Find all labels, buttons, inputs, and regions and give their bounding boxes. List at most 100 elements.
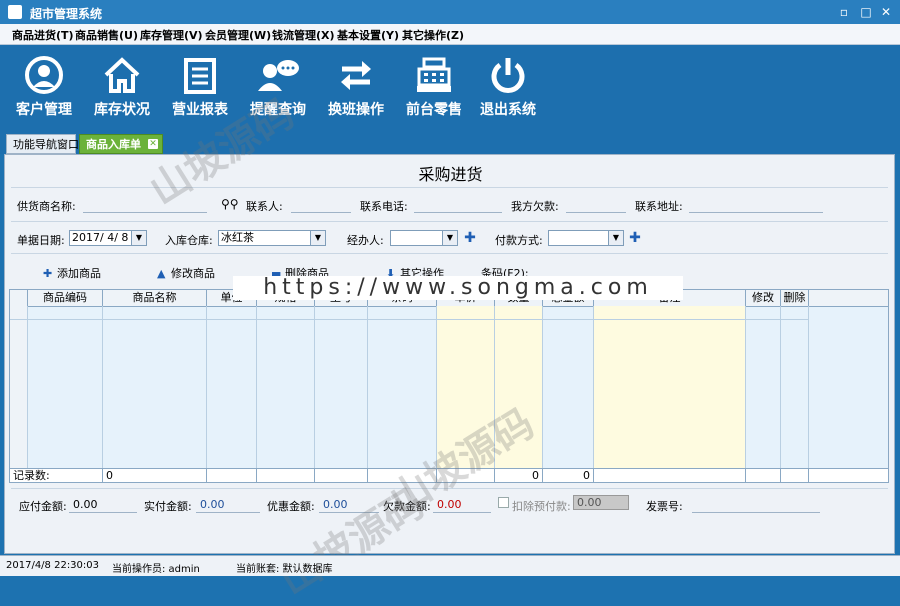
status-account: 当前账套: 默认数据库 [236, 564, 333, 575]
watermark-url: https://www.songma.com [233, 276, 683, 300]
footer-cell [594, 469, 746, 482]
amount-total: 0 [543, 469, 594, 482]
toolbar-label: 库存状况 [94, 102, 150, 118]
divider [11, 221, 888, 222]
record-count-value: 0 [103, 469, 207, 482]
column-header[interactable]: 删除 [781, 290, 809, 306]
grid-column-editable[interactable] [594, 306, 746, 468]
toolbar-label: 前台零售 [406, 102, 462, 118]
swap-icon [341, 61, 371, 90]
toolbar-label: 客户管理 [16, 102, 72, 118]
binoculars-icon[interactable]: ⚲⚲ [221, 197, 239, 211]
menu-inventory[interactable]: 库存管理(V) [140, 27, 203, 43]
chevron-down-icon[interactable]: ▼ [310, 231, 325, 245]
app-icon [8, 5, 22, 19]
add-payment-icon[interactable]: ✚ [629, 231, 641, 245]
supplier-label: 供货商名称: [17, 200, 76, 213]
status-datetime: 2017/4/8 22:30:03 [6, 560, 100, 571]
grid-column[interactable] [781, 306, 809, 468]
home-icon [104, 57, 140, 93]
grid-column[interactable] [28, 306, 103, 468]
payment-label: 付款方式: [495, 234, 543, 247]
date-picker[interactable]: 2017/ 4/ 8 ▼ [69, 230, 147, 246]
grid-column[interactable] [746, 306, 781, 468]
deduct-checkbox[interactable] [498, 497, 509, 508]
warehouse-value: 冰红茶 [221, 231, 254, 244]
menu-other[interactable]: 其它操作(Z) [402, 27, 464, 43]
date-label: 单据日期: [17, 234, 65, 247]
footer-cell [781, 469, 809, 482]
menu-purchase[interactable]: 商品进货(T) [12, 27, 74, 43]
column-header[interactable]: 修改 [746, 290, 781, 306]
warehouse-label: 入库仓库: [165, 234, 213, 247]
discount-label: 优惠金额: [267, 500, 315, 513]
toolbar-retail-button[interactable]: 前台零售 [394, 55, 474, 127]
menu-settings[interactable]: 基本设置(Y) [337, 27, 399, 43]
deduct-label: 扣除预付款: [512, 500, 571, 513]
grid-column[interactable] [257, 306, 315, 468]
grid-column[interactable] [207, 306, 257, 468]
cash-register-icon [417, 57, 451, 92]
grid-column[interactable] [543, 306, 594, 468]
toolbar-shift-button[interactable]: 换班操作 [316, 55, 396, 127]
invoice-label: 发票号: [646, 500, 683, 513]
toolbar-customer-button[interactable]: 客户管理 [4, 55, 84, 127]
divider [11, 187, 888, 188]
contact-input[interactable] [291, 198, 351, 213]
column-header[interactable]: 商品编码 [28, 290, 103, 306]
maximize-button[interactable]: □ [858, 4, 874, 20]
toolbar-exit-button[interactable]: 退出系统 [468, 55, 548, 127]
address-input[interactable] [689, 198, 823, 213]
plus-icon: ✚ [43, 267, 53, 280]
tab-stock-in[interactable]: 商品入库单 ✕ [79, 134, 163, 154]
payable-label: 应付金额: [19, 500, 67, 513]
status-operator: 当前操作员: admin [112, 564, 200, 575]
handler-select[interactable]: ▼ [390, 230, 458, 246]
payable-input[interactable]: 0.00 [69, 498, 137, 513]
grid-column[interactable] [315, 306, 368, 468]
title-bar: 超市管理系统 ▫ □ ✕ [0, 0, 900, 24]
address-label: 联系地址: [635, 200, 683, 213]
payment-select[interactable]: ▼ [548, 230, 624, 246]
chevron-down-icon[interactable]: ▼ [442, 231, 457, 245]
tab-label: 商品入库单 [86, 138, 141, 151]
divider [11, 253, 888, 254]
window-title: 超市管理系统 [30, 7, 103, 21]
footer-cell [207, 469, 257, 482]
tab-close-icon[interactable]: ✕ [148, 139, 158, 149]
toolbar-stock-button[interactable]: 库存状况 [82, 55, 162, 127]
status-bar: 2017/4/8 22:30:03 当前操作员: admin 当前账套: 默认数… [0, 555, 900, 576]
footer-cell [257, 469, 315, 482]
toolbar-label: 退出系统 [480, 102, 536, 118]
chevron-down-icon[interactable]: ▼ [131, 231, 146, 245]
main-toolbar: 客户管理 库存状况 营业报表 提醒查询 换班操作 前台零售 退出系统 [0, 45, 900, 131]
customer-icon [25, 56, 63, 94]
chevron-down-icon[interactable]: ▼ [608, 231, 623, 245]
handler-label: 经办人: [347, 234, 384, 247]
menu-cashflow[interactable]: 钱流管理(X) [272, 27, 335, 43]
paid-input[interactable]: 0.00 [196, 498, 260, 513]
menu-members[interactable]: 会员管理(W) [205, 27, 271, 43]
add-product-button[interactable]: ✚ 添加商品 [43, 265, 101, 281]
grid-column[interactable] [103, 306, 207, 468]
debt-input[interactable] [566, 198, 626, 213]
invoice-input[interactable] [692, 498, 820, 513]
menu-sales[interactable]: 商品销售(U) [75, 27, 138, 43]
column-header[interactable]: 商品名称 [103, 290, 207, 306]
report-icon [184, 58, 216, 94]
footer-cell [746, 469, 781, 482]
menu-bar: 商品进货(T) 商品销售(U) 库存管理(V) 会员管理(W) 钱流管理(X) … [0, 24, 900, 45]
phone-input[interactable] [414, 198, 502, 213]
debt-label: 我方欠款: [511, 200, 559, 213]
close-button[interactable]: ✕ [878, 4, 894, 20]
tab-navigation[interactable]: 功能导航窗口 [6, 134, 79, 154]
add-handler-icon[interactable]: ✚ [464, 231, 476, 245]
warehouse-select[interactable]: 冰红茶 ▼ [218, 230, 326, 246]
record-count-label: 记录数: [10, 469, 103, 482]
edit-product-button[interactable]: ▲ 修改商品 [157, 265, 215, 281]
row-header-column [10, 306, 28, 468]
grid-column[interactable] [368, 306, 437, 468]
minimize-button[interactable]: ▫ [836, 4, 852, 20]
deduct-input: 0.00 [573, 495, 629, 510]
quantity-total: 0 [495, 469, 543, 482]
